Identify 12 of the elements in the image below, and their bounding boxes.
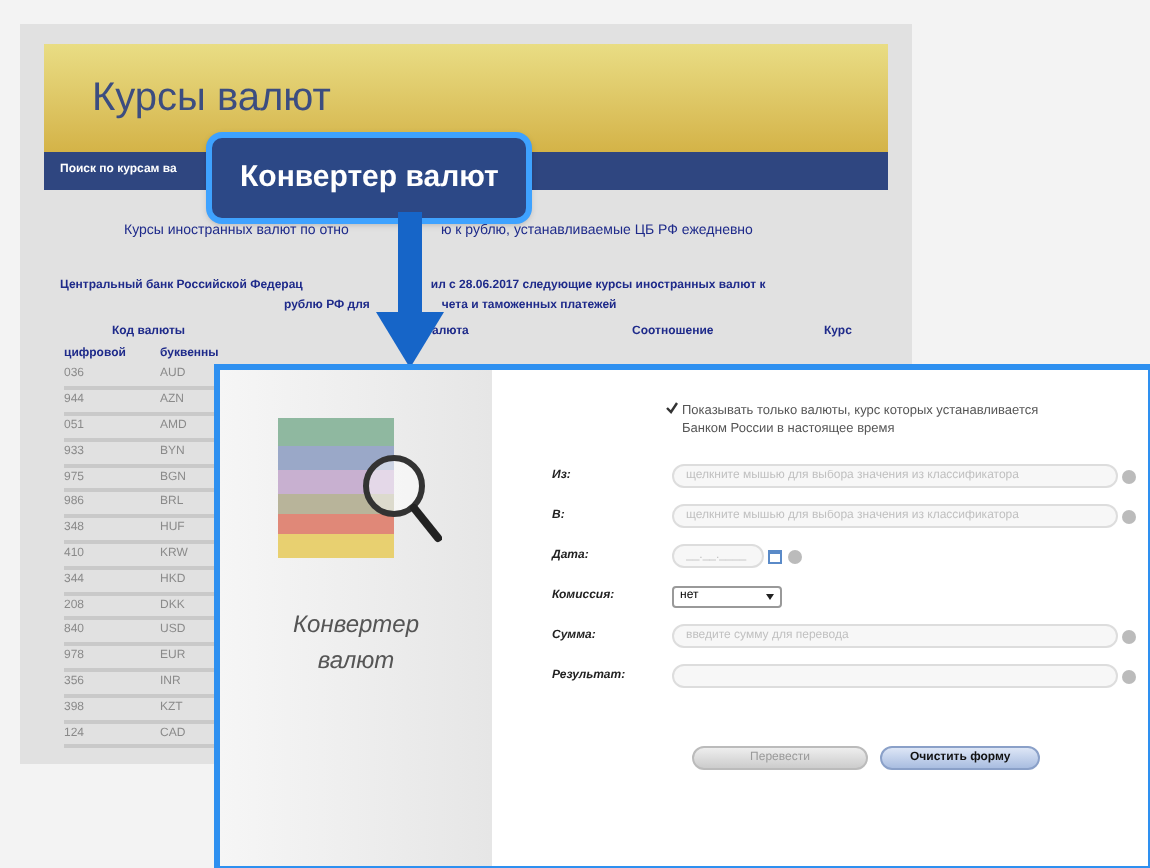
clear-icon[interactable]	[788, 549, 802, 563]
checkbox[interactable]	[666, 402, 678, 414]
callout-title: Конвертер валют	[240, 160, 499, 194]
clear-icon[interactable]	[1122, 469, 1136, 483]
calendar-icon[interactable]	[768, 549, 782, 563]
caret-icon	[766, 593, 774, 599]
input-field[interactable]	[672, 664, 1118, 688]
clear-icon[interactable]	[1122, 669, 1136, 683]
clear-icon[interactable]	[1122, 629, 1136, 643]
panel-caption: Конвертер валют	[290, 608, 422, 678]
page-title: Курсы валют	[92, 74, 331, 124]
clear-icon[interactable]	[1122, 509, 1136, 523]
